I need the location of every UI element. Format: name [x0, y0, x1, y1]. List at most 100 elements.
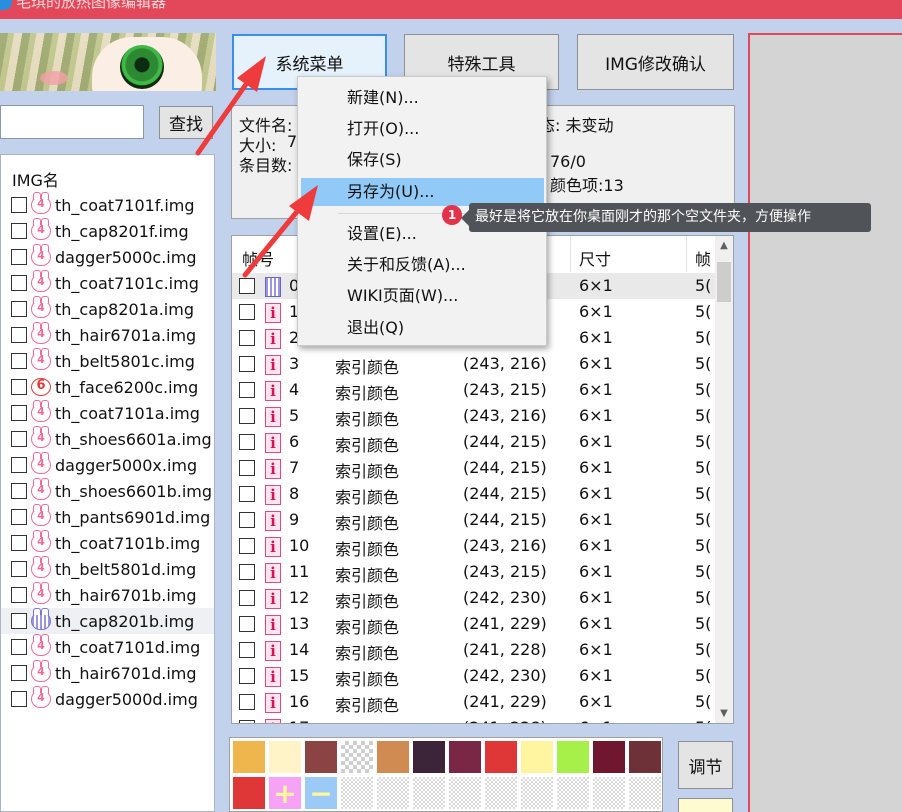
frame-row[interactable]: i 5 索引颜色 (243, 216) 6×1 5( — [232, 403, 716, 429]
img-checkbox[interactable] — [11, 509, 27, 525]
palette-swatch[interactable] — [556, 740, 590, 774]
palette-swatch[interactable] — [628, 740, 662, 774]
img-list-item[interactable]: 6 th_face6200c.img — [1, 374, 214, 400]
img-list-item[interactable]: 4 th_coat7101f.img — [1, 192, 214, 218]
palette-swatch[interactable] — [484, 776, 518, 810]
palette-swatch[interactable] — [268, 740, 302, 774]
frame-checkbox[interactable] — [239, 382, 255, 398]
img-list-item[interactable]: 4 dagger5000x.img — [1, 452, 214, 478]
frame-row[interactable]: i 14 索引颜色 (241, 228) 6×1 5( — [232, 637, 716, 663]
img-checkbox[interactable] — [11, 197, 27, 213]
img-checkbox[interactable] — [11, 587, 27, 603]
img-checkbox[interactable] — [11, 405, 27, 421]
menu-item-open[interactable]: 打开(O)... — [301, 115, 544, 143]
frame-checkbox[interactable] — [239, 668, 255, 684]
img-list-item[interactable]: 4 th_coat7101b.img — [1, 530, 214, 556]
img-checkbox[interactable] — [11, 613, 27, 629]
palette-swatch[interactable] — [376, 776, 410, 810]
img-checkbox[interactable] — [11, 561, 27, 577]
img-list-item[interactable]: 4 th_coat7101a.img — [1, 400, 214, 426]
palette-swatch[interactable] — [484, 740, 518, 774]
img-checkbox[interactable] — [11, 301, 27, 317]
img-list-item[interactable]: 4 dagger5000c.img — [1, 244, 214, 270]
frame-table-scrollbar[interactable]: ▲ ▼ — [715, 236, 733, 723]
img-checkbox[interactable] — [11, 431, 27, 447]
frame-row[interactable]: i 7 索引颜色 (244, 215) 6×1 5( — [232, 455, 716, 481]
palette-swatch[interactable]: + — [268, 776, 302, 810]
img-list-item[interactable]: 4 th_shoes6601b.img — [1, 478, 214, 504]
scroll-down-icon[interactable]: ▼ — [718, 708, 730, 719]
img-list-item[interactable]: 4 th_belt5801d.img — [1, 556, 214, 582]
frame-checkbox[interactable] — [239, 720, 255, 723]
frame-checkbox[interactable] — [239, 616, 255, 632]
img-list-item[interactable]: 4 th_hair6701b.img — [1, 582, 214, 608]
img-list-item[interactable]: 4 th_hair6701a.img — [1, 322, 214, 348]
frame-checkbox[interactable] — [239, 694, 255, 710]
palette-swatch[interactable] — [412, 740, 446, 774]
palette-swatch[interactable] — [520, 740, 554, 774]
img-list-item[interactable]: 4 th_cap8201f.img — [1, 218, 214, 244]
palette-swatch[interactable] — [412, 776, 446, 810]
frame-row[interactable]: i 3 索引颜色 (243, 216) 6×1 5( — [232, 351, 716, 377]
img-list-item[interactable]: 4 dagger5000d.img — [1, 686, 214, 712]
palette-swatch[interactable] — [448, 776, 482, 810]
menu-item-exit[interactable]: 退出(Q) — [301, 314, 544, 342]
palette-swatch[interactable] — [376, 740, 410, 774]
column-header-size[interactable]: 尺寸 — [579, 246, 611, 270]
frame-checkbox[interactable] — [239, 642, 255, 658]
frame-checkbox[interactable] — [239, 434, 255, 450]
adjust-button[interactable]: 调节 — [678, 741, 733, 789]
palette-swatch[interactable]: − — [304, 776, 338, 810]
frame-checkbox[interactable] — [239, 486, 255, 502]
menu-item-about[interactable]: 关于和反馈(A)... — [301, 251, 544, 279]
img-list-item[interactable]: 4 th_cap8201a.img — [1, 296, 214, 322]
frame-checkbox[interactable] — [239, 304, 255, 320]
img-list-item[interactable]: 4 th_hair6701d.img — [1, 660, 214, 686]
img-checkbox[interactable] — [11, 223, 27, 239]
frame-checkbox[interactable] — [239, 278, 255, 294]
frame-checkbox[interactable] — [239, 590, 255, 606]
img-list-item[interactable]: 4 th_pants6901d.img — [1, 504, 214, 530]
palette-swatch[interactable] — [556, 776, 590, 810]
img-confirm-button[interactable]: IMG修改确认 — [577, 34, 734, 90]
img-checkbox[interactable] — [11, 353, 27, 369]
frame-checkbox[interactable] — [239, 356, 255, 372]
palette-swatch[interactable] — [448, 740, 482, 774]
frame-checkbox[interactable] — [239, 460, 255, 476]
img-list-item[interactable]: 4 th_coat7101d.img — [1, 634, 214, 660]
palette-swatch[interactable] — [520, 776, 554, 810]
palette-swatch[interactable] — [592, 740, 626, 774]
column-header-extra[interactable]: 帧 — [695, 246, 711, 270]
img-list-item[interactable]: 4 th_shoes6601a.img — [1, 426, 214, 452]
preview-canvas[interactable] — [748, 33, 902, 812]
img-checkbox[interactable] — [11, 457, 27, 473]
img-checkbox[interactable] — [11, 275, 27, 291]
frame-checkbox[interactable] — [239, 564, 255, 580]
frame-row[interactable]: i 9 索引颜色 (244, 215) 6×1 5( — [232, 507, 716, 533]
palette-swatch[interactable] — [232, 776, 266, 810]
img-list-item[interactable]: 4 th_belt5801c.img — [1, 348, 214, 374]
search-button[interactable]: 查找 — [159, 106, 213, 139]
frame-row[interactable]: i 17 索引颜色 (241, 228) 6×1 5( — [232, 715, 716, 723]
img-checkbox[interactable] — [11, 483, 27, 499]
img-list-item[interactable]: th_cap8201b.img — [1, 608, 214, 634]
palette-swatch[interactable] — [340, 776, 374, 810]
palette-swatch[interactable] — [592, 776, 626, 810]
frame-row[interactable]: i 16 索引颜色 (241, 229) 6×1 5( — [232, 689, 716, 715]
frame-row[interactable]: i 13 索引颜色 (241, 229) 6×1 5( — [232, 611, 716, 637]
frame-row[interactable]: i 6 索引颜色 (244, 215) 6×1 5( — [232, 429, 716, 455]
palette-swatch[interactable] — [232, 740, 266, 774]
palette-swatch[interactable] — [628, 776, 662, 810]
menu-item-wiki[interactable]: WIKI页面(W)... — [301, 282, 544, 310]
search-input[interactable] — [0, 105, 144, 139]
img-checkbox[interactable] — [11, 327, 27, 343]
frame-checkbox[interactable] — [239, 512, 255, 528]
palette-swatch[interactable] — [304, 740, 338, 774]
img-list[interactable]: IMG名 4 th_coat7101f.img 4 th_cap8201f.img 4 d… — [0, 154, 215, 812]
frame-row[interactable]: i 8 索引颜色 (244, 215) 6×1 5( — [232, 481, 716, 507]
color-preview-button[interactable] — [678, 798, 733, 812]
img-checkbox[interactable] — [11, 691, 27, 707]
menu-item-new[interactable]: 新建(N)... — [301, 84, 544, 112]
img-checkbox[interactable] — [11, 665, 27, 681]
scroll-up-icon[interactable]: ▲ — [718, 240, 730, 251]
